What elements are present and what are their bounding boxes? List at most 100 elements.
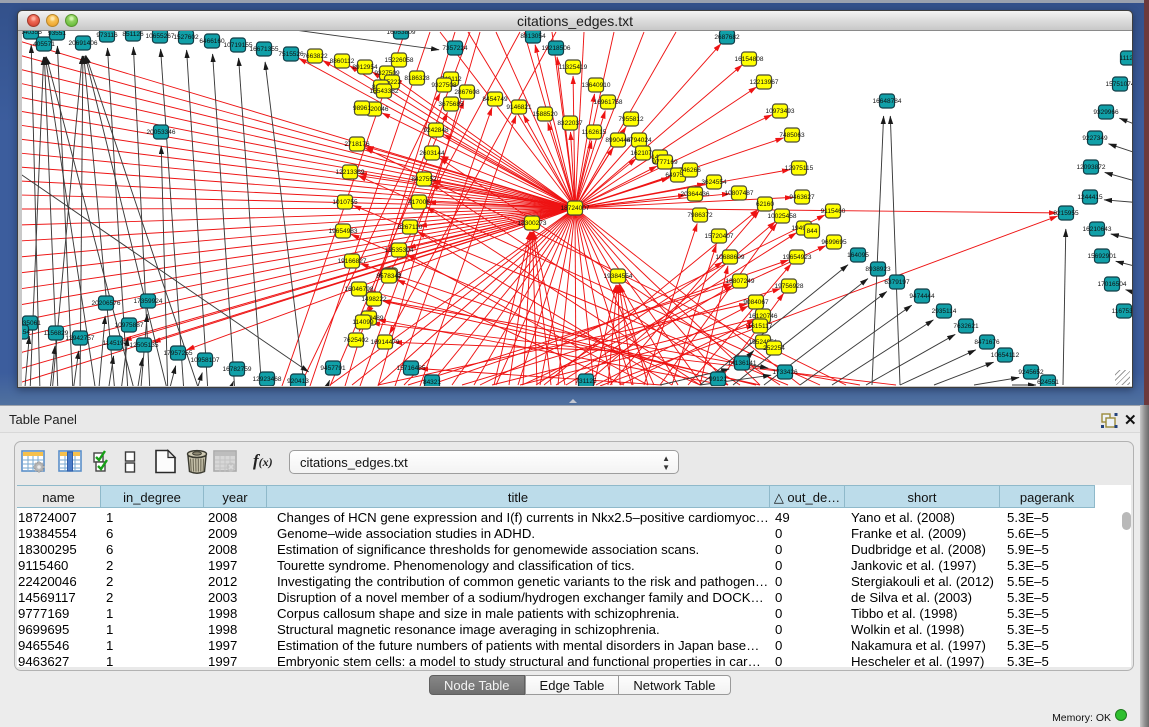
svg-text:10719155: 10719155	[224, 42, 253, 49]
svg-text:7663822: 7663822	[302, 53, 328, 60]
svg-text:851126: 851126	[122, 31, 144, 38]
svg-text:973116: 973116	[96, 32, 118, 39]
svg-text:3675685: 3675685	[438, 101, 464, 108]
svg-text:11121: 11121	[1119, 55, 1132, 62]
svg-text:9699695: 9699695	[821, 239, 847, 246]
svg-text:844: 844	[807, 228, 818, 235]
svg-text:8938923: 8938923	[865, 266, 891, 273]
svg-text:84321: 84321	[423, 379, 441, 386]
svg-text:20053346: 20053346	[147, 129, 176, 136]
svg-text:20691406: 20691406	[69, 40, 98, 47]
svg-text:8860112: 8860112	[330, 58, 355, 65]
svg-text:2718176: 2718176	[344, 141, 370, 148]
svg-text:2867608: 2867608	[454, 89, 480, 96]
svg-text:7986372: 7986372	[687, 212, 713, 219]
svg-text:1588520: 1588520	[532, 111, 558, 118]
svg-text:98961: 98961	[353, 105, 371, 112]
svg-text:12213967: 12213967	[750, 79, 779, 86]
svg-text:12942757: 12942757	[66, 335, 95, 342]
svg-text:12975115: 12975115	[785, 165, 814, 172]
svg-text:9463627: 9463627	[789, 194, 815, 201]
svg-text:16154808: 16154808	[735, 56, 764, 63]
svg-text:9242848: 9242848	[423, 127, 449, 134]
svg-text:19384554: 19384554	[604, 273, 633, 280]
svg-text:15692901: 15692901	[1088, 253, 1117, 260]
svg-text:9329966: 9329966	[1093, 109, 1119, 116]
svg-text:9115460: 9115460	[821, 208, 846, 215]
svg-text:1145194: 1145194	[103, 340, 128, 347]
svg-text:17957255: 17957255	[164, 350, 193, 357]
svg-text:9457791: 9457791	[320, 365, 346, 372]
svg-text:9474444: 9474444	[909, 293, 935, 300]
svg-text:15226058: 15226058	[385, 57, 414, 64]
svg-text:114099: 114099	[352, 319, 374, 326]
svg-text:17016504: 17016504	[1098, 281, 1127, 288]
svg-text:9245652: 9245652	[1018, 369, 1044, 376]
svg-text:2603144: 2603144	[419, 150, 445, 157]
svg-text:17359924: 17359924	[134, 298, 163, 305]
svg-text:1615117: 1615117	[748, 323, 773, 330]
svg-text:39154: 39154	[22, 329, 30, 336]
svg-text:19756928: 19756928	[775, 283, 804, 290]
svg-text:93551: 93551	[48, 31, 66, 37]
svg-text:10025458: 10025458	[768, 213, 797, 220]
svg-text:9327508: 9327508	[431, 82, 457, 89]
svg-text:20206576: 20206576	[92, 300, 121, 307]
svg-text:920413: 920413	[287, 378, 309, 385]
svg-text:18807249: 18807249	[726, 278, 755, 285]
svg-text:1244415: 1244415	[1077, 194, 1103, 201]
svg-text:417006: 417006	[408, 199, 430, 206]
svg-text:19654983: 19654983	[329, 228, 358, 235]
svg-text:746266: 746266	[679, 167, 701, 174]
svg-text:16914479: 16914479	[371, 339, 400, 346]
svg-text:8186328: 8186328	[404, 75, 430, 82]
svg-text:8322037: 8322037	[557, 120, 583, 127]
svg-text:1527602: 1527602	[173, 34, 199, 41]
svg-text:10973493: 10973493	[766, 108, 795, 115]
svg-text:1167533: 1167533	[1112, 308, 1132, 315]
svg-text:16053809: 16053809	[387, 31, 416, 36]
svg-text:9146821: 9146821	[506, 104, 532, 111]
svg-text:8471676: 8471676	[974, 339, 1000, 346]
svg-text:7632621: 7632621	[953, 323, 979, 330]
svg-text:16671355: 16671355	[250, 46, 279, 53]
svg-text:8813054: 8813054	[520, 33, 546, 40]
svg-text:10807487: 10807487	[725, 190, 754, 197]
svg-text:12505135: 12505135	[130, 342, 159, 349]
svg-text:10655267: 10655267	[146, 33, 175, 40]
svg-text:8215955: 8215955	[1053, 210, 1079, 217]
svg-text:7955812: 7955812	[618, 116, 644, 123]
svg-text:99121: 99121	[709, 376, 727, 383]
svg-text:19218506: 19218506	[542, 45, 571, 52]
svg-text:15720407: 15720407	[705, 233, 734, 240]
svg-text:16782759: 16782759	[223, 366, 252, 373]
svg-text:62160: 62160	[756, 201, 774, 208]
svg-text:731125: 731125	[575, 378, 597, 385]
svg-text:2935114: 2935114	[932, 308, 957, 315]
svg-text:13535394: 13535394	[385, 247, 414, 254]
svg-text:14136141: 14136141	[728, 360, 757, 367]
svg-text:9777169: 9777169	[652, 159, 678, 166]
svg-text:8267110: 8267110	[398, 224, 423, 231]
svg-text:15751074: 15751074	[1106, 81, 1132, 88]
svg-text:16648784: 16648784	[873, 98, 902, 105]
svg-text:7485063: 7485063	[779, 132, 805, 139]
svg-text:10654112: 10654112	[991, 352, 1020, 359]
svg-text:2687682: 2687682	[714, 34, 740, 41]
svg-text:3624554: 3624554	[701, 179, 727, 186]
svg-text:16210643: 16210643	[1083, 226, 1112, 233]
svg-text:12923468: 12923468	[253, 376, 282, 383]
svg-text:7515526: 7515526	[278, 51, 304, 58]
svg-text:1162615: 1162615	[582, 129, 607, 136]
svg-text:19166827: 19166827	[338, 258, 367, 265]
svg-text:11325419: 11325419	[559, 64, 588, 71]
svg-text:6466160: 6466160	[199, 38, 225, 45]
svg-text:6379197: 6379197	[884, 279, 910, 286]
svg-text:12213369: 12213369	[336, 169, 365, 176]
svg-text:15716485: 15716485	[397, 365, 426, 372]
svg-text:19654923: 19654923	[783, 254, 812, 261]
svg-text:8454749: 8454749	[482, 96, 508, 103]
svg-text:10688609: 10688609	[716, 254, 745, 261]
svg-text:1733426: 1733426	[772, 369, 798, 376]
svg-text:12093872: 12093872	[1077, 164, 1106, 171]
